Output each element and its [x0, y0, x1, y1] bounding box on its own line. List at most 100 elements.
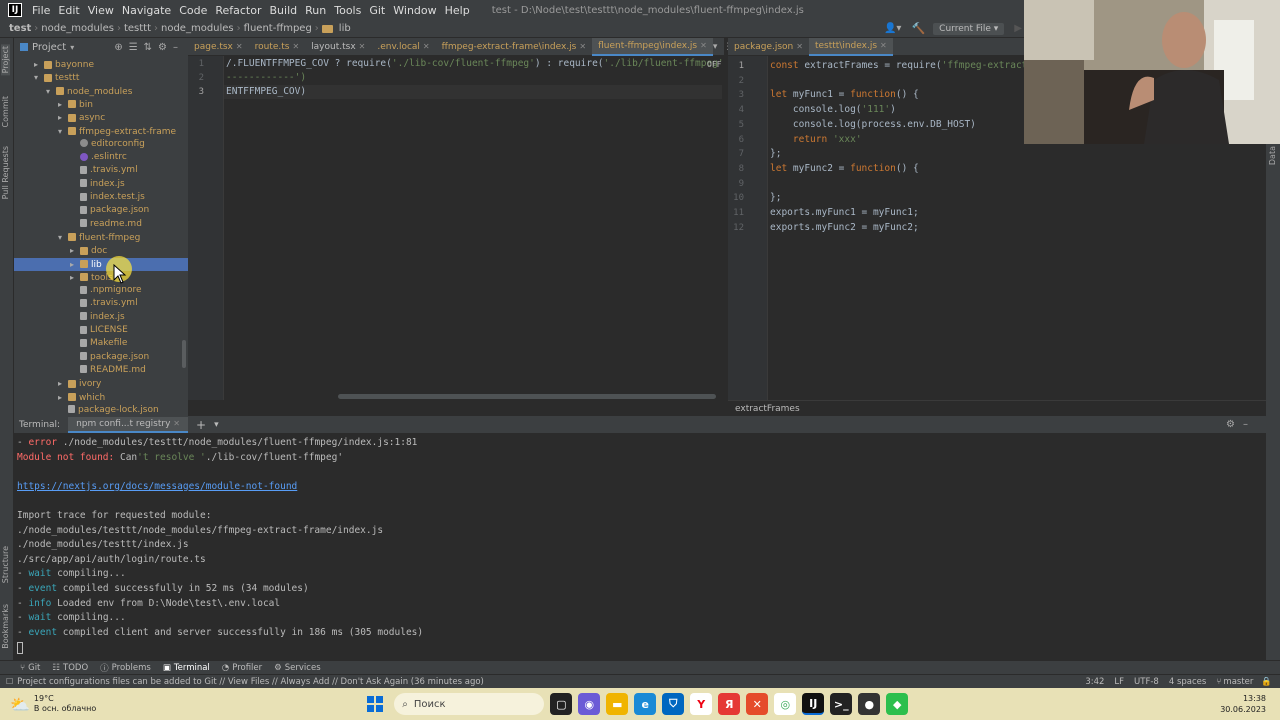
- windows-start-icon[interactable]: [364, 693, 386, 715]
- editor-right[interactable]: const extractFrames = require('ffmpeg-ex…: [768, 56, 1024, 400]
- close-icon[interactable]: ✕: [423, 38, 430, 56]
- tree-item[interactable]: ▸ bin: [14, 98, 188, 111]
- store-icon[interactable]: ⛉: [662, 693, 685, 715]
- tree-item[interactable]: Makefile: [14, 337, 188, 350]
- structure-tool-button[interactable]: Structure: [1, 546, 10, 583]
- user-icon[interactable]: 👤▾: [884, 23, 901, 34]
- menu-navigate[interactable]: Navigate: [118, 4, 175, 17]
- expand-arrow-icon[interactable]: ▸: [34, 58, 44, 71]
- expand-arrow-icon[interactable]: ▾: [58, 125, 68, 138]
- tree-scrollbar[interactable]: [182, 340, 186, 368]
- git-branch[interactable]: master: [1223, 677, 1253, 687]
- tree-item[interactable]: package-lock.json: [14, 404, 188, 416]
- tree-item[interactable]: package.json: [14, 351, 188, 364]
- expand-arrow-icon[interactable]: ▸: [58, 98, 68, 111]
- taskbar-clock[interactable]: 13:38 30.06.2023: [1220, 693, 1266, 715]
- menu-help[interactable]: Help: [441, 4, 474, 17]
- breadcrumb-test[interactable]: test: [6, 23, 34, 34]
- chat-icon[interactable]: ◉: [578, 693, 601, 715]
- tree-item[interactable]: ▾ testtt: [14, 71, 188, 84]
- tab-page-tsx[interactable]: page.tsx ✕: [188, 38, 249, 56]
- tree-item[interactable]: ▾ node_modules: [14, 85, 188, 98]
- tab-ffmpeg-extract-frame-index[interactable]: ffmpeg-extract-frame\index.js ✕: [436, 38, 592, 56]
- close-icon[interactable]: ✕: [292, 38, 299, 56]
- terminal-tab[interactable]: npm confi...t registry ✕: [68, 416, 188, 433]
- run-config-select[interactable]: Current File ▾: [933, 22, 1005, 35]
- expand-arrow-icon[interactable]: ▸: [70, 271, 80, 284]
- expand-arrow-icon[interactable]: ▸: [58, 377, 68, 390]
- lock-icon[interactable]: 🔒: [1261, 677, 1272, 687]
- line-separator[interactable]: LF: [1114, 677, 1124, 687]
- tree-item[interactable]: ▾ fluent-ffmpeg: [14, 231, 188, 244]
- breadcrumb-fluent-ffmpeg[interactable]: fluent-ffmpeg: [241, 23, 315, 34]
- expand-arrow-icon[interactable]: ▾: [58, 231, 68, 244]
- coverage-off-badge[interactable]: OFF: [707, 60, 721, 69]
- menu-view[interactable]: View: [84, 4, 118, 17]
- project-toolbar-icons[interactable]: ⊕☰⇅⚙–: [114, 42, 184, 53]
- breadcrumb-lib[interactable]: lib: [336, 23, 354, 34]
- tree-item[interactable]: index.test.js: [14, 191, 188, 204]
- chevron-down-icon[interactable]: ▾: [214, 420, 219, 430]
- menu-window[interactable]: Window: [389, 4, 440, 17]
- project-view-select[interactable]: Project: [32, 42, 66, 53]
- tree-item[interactable]: ▸ which: [14, 391, 188, 404]
- breadcrumb-node-modules-2[interactable]: node_modules: [158, 23, 237, 34]
- obs-icon[interactable]: ●: [858, 693, 881, 715]
- breadcrumb-testtt[interactable]: testtt: [121, 23, 154, 34]
- run-icon[interactable]: ▶: [1014, 23, 1022, 34]
- weather-cloud-icon[interactable]: ⛅: [10, 695, 30, 714]
- project-tool-button[interactable]: Project: [1, 44, 10, 76]
- menu-run[interactable]: Run: [301, 4, 330, 17]
- breadcrumb-node-modules[interactable]: node_modules: [38, 23, 117, 34]
- chevron-down-icon[interactable]: ▾: [70, 43, 74, 52]
- add-terminal-icon[interactable]: +: [196, 418, 206, 432]
- profiler-tab[interactable]: ◔ Profiler: [222, 663, 262, 673]
- file-encoding[interactable]: UTF-8: [1134, 677, 1159, 687]
- terminal-output[interactable]: - error ./node_modules/testtt/node_modul…: [14, 434, 1266, 660]
- close-icon[interactable]: ✕: [173, 419, 180, 428]
- tree-item[interactable]: index.js: [14, 311, 188, 324]
- close-icon[interactable]: ✕: [359, 38, 366, 56]
- layout-icon[interactable]: ☐: [6, 677, 13, 686]
- services-tab[interactable]: ⚙ Services: [274, 663, 320, 673]
- terminal-link[interactable]: https://nextjs.org/docs/messages/module-…: [17, 480, 297, 495]
- menu-file[interactable]: File: [28, 4, 54, 17]
- menu-git[interactable]: Git: [365, 4, 389, 17]
- tab-package-json[interactable]: package.json ✕: [728, 38, 809, 56]
- menu-refactor[interactable]: Refactor: [211, 4, 265, 17]
- expand-arrow-icon[interactable]: ▸: [70, 244, 80, 257]
- menu-edit[interactable]: Edit: [54, 4, 83, 17]
- expand-arrow-icon[interactable]: ▸: [58, 391, 68, 404]
- tree-item[interactable]: README.md: [14, 364, 188, 377]
- taskbar-search[interactable]: ⌕ Поиск: [394, 693, 545, 715]
- problems-tab[interactable]: ⓘ Problems: [100, 662, 151, 674]
- tab-layout-tsx[interactable]: layout.tsx ✕: [305, 38, 371, 56]
- tab-fluent-ffmpeg-index[interactable]: fluent-ffmpeg\index.js ✕: [592, 37, 713, 56]
- tree-item[interactable]: ▸ doc: [14, 244, 188, 257]
- tree-item[interactable]: ▸ lib: [14, 257, 188, 271]
- close-icon[interactable]: ✕: [236, 38, 243, 56]
- tree-item[interactable]: .travis.yml: [14, 297, 188, 310]
- terminal-taskbar-icon[interactable]: >_: [830, 693, 853, 715]
- expand-arrow-icon[interactable]: ▾: [34, 71, 44, 84]
- menu-build[interactable]: Build: [266, 4, 302, 17]
- weather-widget[interactable]: 19°C В осн. облачно: [34, 694, 96, 714]
- green-app-icon[interactable]: ◆: [886, 693, 909, 715]
- editor-left[interactable]: /.FLUENTFFMPEG_COV ? require('./lib-cov/…: [224, 56, 722, 400]
- horizontal-scrollbar[interactable]: [338, 394, 716, 399]
- yandex-music-icon[interactable]: Я: [718, 693, 741, 715]
- expand-arrow-icon[interactable]: ▾: [46, 85, 56, 98]
- expand-arrow-icon[interactable]: ▸: [58, 111, 68, 124]
- editor-right-breadcrumb[interactable]: extractFrames: [728, 400, 1266, 416]
- tree-item[interactable]: ▸ bayonne: [14, 58, 188, 71]
- tree-item[interactable]: ▸ ivory: [14, 377, 188, 390]
- terminal-tab-button[interactable]: ▣ Terminal: [163, 663, 210, 673]
- tree-item[interactable]: package.json: [14, 204, 188, 217]
- edge-browser-icon[interactable]: e: [634, 693, 657, 715]
- tree-item[interactable]: ▾ ffmpeg-extract-frame: [14, 125, 188, 138]
- yandex-browser-icon[interactable]: Y: [690, 693, 713, 715]
- tab-testtt-index[interactable]: testtt\index.js ✕: [808, 37, 893, 56]
- tree-item[interactable]: .npmignore: [14, 284, 188, 297]
- indent-setting[interactable]: 4 spaces: [1169, 677, 1206, 687]
- git-tab[interactable]: ⑂ Git: [20, 663, 40, 673]
